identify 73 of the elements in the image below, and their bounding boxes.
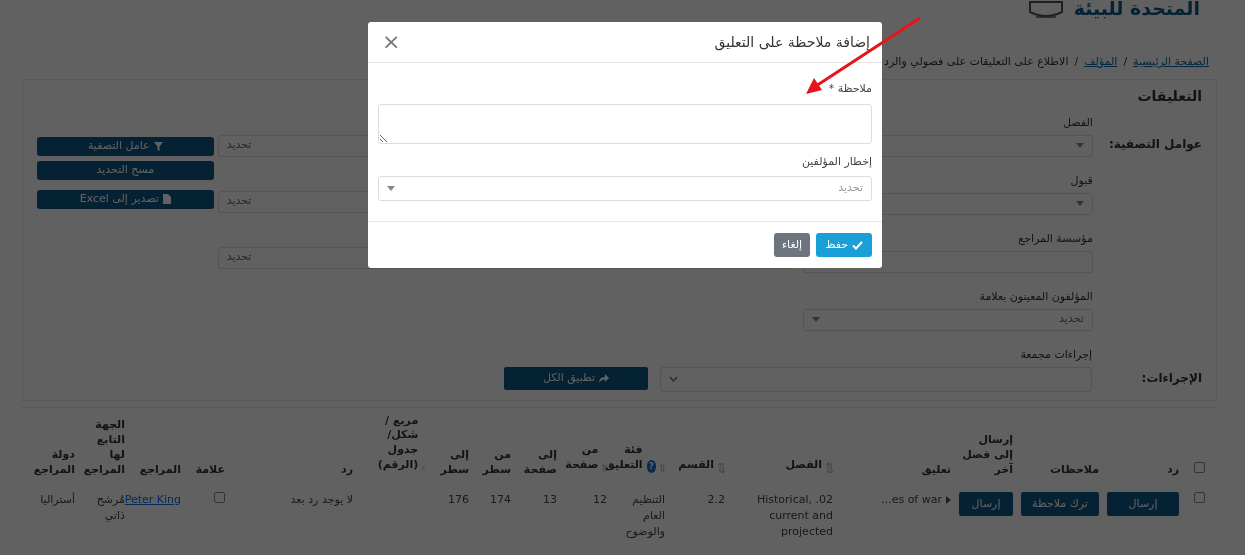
table-cell: 176: [448, 492, 469, 506]
column-header: الجهة التابع لها المراجع: [83, 418, 125, 478]
filter-icon: [153, 141, 163, 151]
help-icon[interactable]: ?: [646, 459, 656, 473]
note-button[interactable]: ترك ملاحظة: [1021, 491, 1099, 516]
field-label: مؤسسة المراجع: [1018, 231, 1093, 245]
breadcrumb-link[interactable]: الصفحة الرئيسية: [1133, 54, 1209, 71]
dropdown-caret-icon: [1075, 201, 1084, 206]
site-title: المتحدة للبيئة: [1073, 0, 1200, 18]
comment-text: ...es of war: [881, 491, 942, 508]
column-header: إرسال إلى فصل آخر: [961, 433, 1013, 478]
dropdown-caret-icon: [1075, 143, 1084, 148]
caret-icon: [946, 495, 951, 504]
field-label: الفصل: [1063, 115, 1093, 129]
column-header: رد: [1167, 462, 1179, 478]
filters-label: عوامل التصفية:: [1108, 136, 1202, 151]
column-header: إلى صفحة: [522, 448, 557, 478]
table-cell: أستراليا: [40, 492, 75, 506]
field-label: إخطار المؤلفين: [801, 154, 872, 168]
chevron-down-icon: [669, 376, 678, 382]
column-header[interactable]: الفصل: [785, 458, 822, 473]
column-header: من سطر: [481, 448, 511, 478]
select-all-checkbox[interactable]: [1194, 461, 1205, 473]
select-field[interactable]: [660, 366, 1092, 392]
column-header[interactable]: فئة التعليق: [599, 443, 643, 473]
column-header: ملاحظات: [1050, 462, 1099, 478]
dropdown-caret-icon: [812, 317, 821, 322]
export-button[interactable]: تصدير إلى Excel: [37, 189, 214, 209]
table-cell: 174: [490, 492, 511, 506]
table-cell: 02. Historical, current and projected: [756, 492, 833, 538]
table-cell: لا يوجد رد بعد: [290, 492, 353, 506]
mark-checkbox[interactable]: [214, 491, 225, 503]
column-header: إلى سطر: [439, 448, 469, 478]
column-header: المراجع: [139, 462, 181, 478]
dialog-title: إضافة ملاحظة على التعليق: [714, 32, 870, 53]
note-field[interactable]: [378, 103, 872, 144]
share-icon: [599, 373, 610, 383]
cancel-button[interactable]: إلغاء: [773, 233, 811, 257]
column-header[interactable]: من صفحة: [562, 443, 599, 473]
send-button[interactable]: إرسال: [959, 491, 1013, 516]
breadcrumb-link[interactable]: المؤلف: [1084, 54, 1118, 71]
filter-button[interactable]: عامل التصفية: [37, 136, 214, 156]
save-button[interactable]: حفظ: [816, 233, 872, 257]
actions-label: الإجراءات:: [1141, 370, 1202, 385]
row-checkbox[interactable]: [1194, 491, 1205, 503]
column-header[interactable]: القسم: [678, 458, 714, 473]
table-cell: مُرشح ذاتي: [96, 492, 125, 522]
file-icon: [162, 194, 171, 204]
breadcrumb-separator: /: [1123, 54, 1128, 70]
send-button[interactable]: إرسال: [1107, 491, 1179, 516]
table-cell: 13: [543, 492, 557, 506]
field-label: قبول: [1070, 173, 1093, 187]
select-field[interactable]: تحديد: [378, 176, 872, 201]
table-cell: 2.2: [707, 492, 725, 506]
close-button[interactable]: ×: [380, 31, 403, 53]
column-header: تعليق: [921, 462, 951, 478]
reviewer-link[interactable]: Peter King: [124, 492, 181, 506]
column-header: دولة المراجع: [33, 448, 75, 478]
check-icon: [852, 240, 863, 250]
breadcrumb-current: الاطلاع على التعليقات على فصولي والرد: [884, 54, 1069, 70]
field-label: ملاحظة *: [828, 82, 872, 95]
table-cell: التنظيم العام والوضوح: [625, 492, 665, 538]
column-header[interactable]: مربع / شكل/ جدول (الرقم): [361, 413, 419, 473]
breadcrumb-separator: /: [1074, 54, 1079, 70]
table-cell: 12: [593, 492, 607, 506]
apply-button[interactable]: تطبيق الكل: [504, 366, 648, 390]
column-header: علامة: [195, 462, 225, 478]
field-label: إجراءات مجمعة: [1020, 347, 1092, 361]
panel-title: التعليقات: [1137, 87, 1202, 104]
clear-button[interactable]: مسح التحديد: [37, 160, 214, 180]
field-label: المؤلفون المعينون بعلامة: [979, 289, 1093, 303]
select-field[interactable]: تحديد: [803, 308, 1093, 331]
column-header: رد: [341, 462, 353, 478]
